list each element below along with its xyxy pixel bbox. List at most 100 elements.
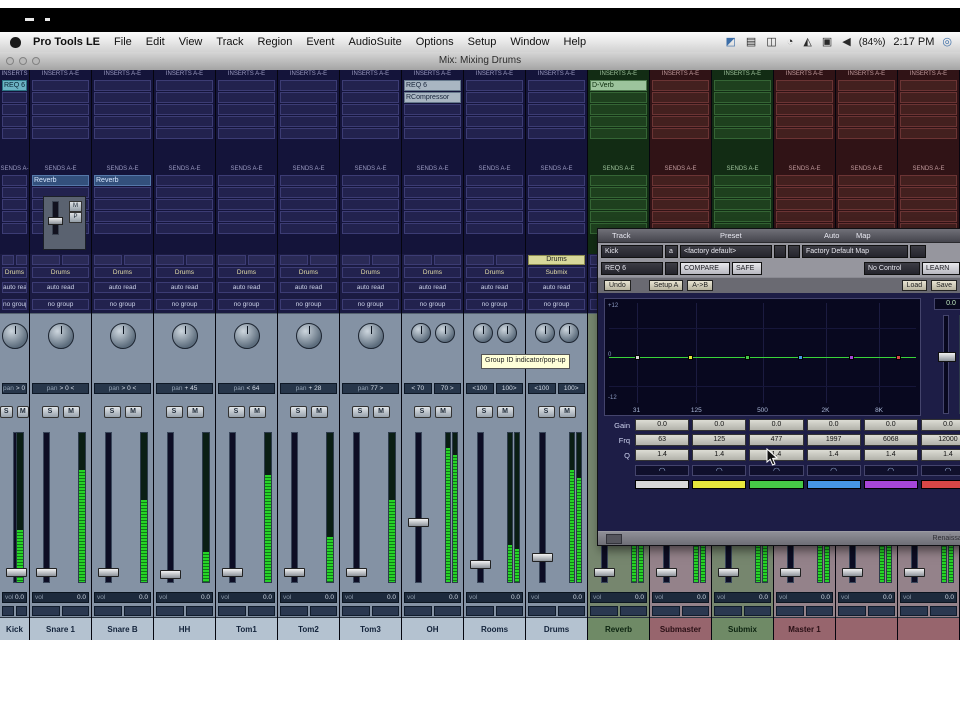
pan-value[interactable]: 70 > — [433, 382, 461, 394]
insert-slot[interactable] — [280, 116, 337, 127]
output-selector[interactable]: Drums — [156, 267, 213, 279]
send-slot[interactable] — [280, 222, 337, 234]
output-selector[interactable]: Drums — [342, 267, 399, 279]
pan-knob[interactable] — [434, 323, 455, 344]
pan-knob[interactable] — [534, 323, 555, 344]
preset-next-icon[interactable] — [788, 245, 800, 258]
send-slot[interactable] — [528, 186, 585, 198]
volume-readout[interactable]: vol 0.0 — [218, 592, 275, 604]
fader-cap[interactable] — [718, 567, 739, 577]
insert-slot[interactable] — [900, 116, 957, 127]
insert-slot[interactable] — [528, 92, 585, 103]
compare-button[interactable]: COMPARE — [680, 262, 730, 275]
send-slot[interactable] — [900, 186, 957, 198]
insert-slot[interactable] — [528, 116, 585, 127]
a-to-b-button[interactable]: A->B — [687, 280, 714, 291]
pan-value[interactable]: <100 — [466, 382, 494, 394]
window-title-bar[interactable]: Mix: Mixing Drums — [0, 52, 960, 71]
send-slot[interactable] — [156, 174, 213, 186]
output-fader[interactable] — [936, 313, 960, 416]
fader-cap[interactable] — [842, 567, 863, 577]
insert-slot[interactable] — [838, 128, 895, 139]
mute-button[interactable]: M — [62, 405, 80, 418]
insert-slot[interactable] — [2, 104, 27, 115]
insert-slot[interactable] — [404, 116, 461, 127]
band-marker-6[interactable] — [895, 355, 901, 360]
mute-button[interactable]: M — [434, 405, 452, 418]
band-1-q-field[interactable]: 1.4 — [635, 449, 690, 461]
insert-slot[interactable] — [900, 104, 957, 115]
volume-readout[interactable]: vol 0.0 — [342, 592, 399, 604]
input-selector[interactable] — [156, 255, 184, 266]
mute-button[interactable]: M — [310, 405, 328, 418]
send-slot[interactable] — [218, 186, 275, 198]
send-fader-cap[interactable] — [48, 216, 63, 225]
fader-cap[interactable] — [36, 567, 57, 577]
group-id-indicator[interactable]: no group — [156, 299, 213, 311]
volume-readout[interactable]: vol 0.0 — [280, 592, 337, 604]
send-slot[interactable] — [466, 198, 523, 210]
insert-slot[interactable] — [94, 128, 151, 139]
band-marker-1[interactable] — [634, 355, 640, 360]
send-pre-button[interactable]: P — [69, 211, 82, 223]
track-name-plate[interactable]: Snare 1 — [30, 617, 91, 640]
insert-slot[interactable] — [652, 92, 709, 103]
insert-slot[interactable] — [900, 128, 957, 139]
undo-button[interactable]: Undo — [604, 280, 631, 291]
send-slot[interactable] — [404, 174, 461, 186]
insert-slot[interactable] — [528, 80, 585, 91]
insert-slot[interactable]: REQ 6 — [2, 80, 27, 91]
send-slot[interactable] — [466, 222, 523, 234]
automation-mode-selector[interactable]: auto read — [218, 282, 275, 294]
menu-item-file[interactable]: File — [114, 36, 132, 48]
send-slot[interactable] — [838, 174, 895, 186]
fader-cap[interactable] — [284, 567, 305, 577]
pan-knob[interactable] — [1, 323, 28, 350]
menu-item-track[interactable]: Track — [216, 36, 243, 48]
send-slot[interactable] — [218, 222, 275, 234]
preset-selector[interactable]: <factory default> — [680, 245, 772, 258]
insert-slot[interactable] — [590, 128, 647, 139]
send-slot[interactable]: Reverb — [32, 174, 89, 186]
output-meter-path[interactable] — [495, 255, 523, 266]
pan-knob[interactable] — [171, 323, 198, 350]
send-slot[interactable] — [466, 210, 523, 222]
insert-slot[interactable] — [280, 128, 337, 139]
output-meter-path[interactable] — [123, 255, 151, 266]
band-marker-2[interactable] — [688, 355, 694, 360]
send-slot[interactable] — [218, 174, 275, 186]
send-slot[interactable] — [838, 210, 895, 222]
pan-value[interactable]: pan> 0 < — [94, 382, 151, 394]
fader-cap[interactable] — [470, 560, 491, 570]
insert-slot[interactable] — [590, 116, 647, 127]
fader-cap[interactable] — [6, 567, 27, 577]
send-slot[interactable] — [714, 198, 771, 210]
send-slot[interactable] — [590, 210, 647, 222]
send-mute-button[interactable]: M — [69, 200, 82, 212]
pan-value[interactable]: pan + 45 — [156, 382, 213, 394]
track-name-plate[interactable]: Submix — [712, 617, 773, 640]
insert-slot[interactable] — [838, 92, 895, 103]
insert-slot[interactable] — [218, 92, 275, 103]
insert-slot[interactable] — [156, 128, 213, 139]
app-menu[interactable]: Pro Tools LE — [33, 36, 100, 48]
resize-grip[interactable] — [606, 533, 622, 544]
volume-readout[interactable]: vol 0.0 — [652, 592, 709, 604]
plugin-selector[interactable]: REQ 6 — [601, 262, 663, 275]
output-selector[interactable]: Drums — [218, 267, 275, 279]
insert-slot[interactable] — [466, 104, 523, 115]
send-slot[interactable] — [528, 174, 585, 186]
send-slot[interactable] — [528, 198, 585, 210]
menu-item-options[interactable]: Options — [416, 36, 454, 48]
output-fader-cap[interactable] — [938, 352, 956, 363]
insert-slot[interactable] — [652, 128, 709, 139]
volume-readout[interactable]: vol 0.0 — [156, 592, 213, 604]
send-slot[interactable] — [776, 210, 833, 222]
insert-slot[interactable]: REQ 6 — [404, 80, 461, 91]
insert-slot[interactable] — [838, 116, 895, 127]
fader-cap[interactable] — [656, 567, 677, 577]
automation-mode-selector[interactable]: auto read — [466, 282, 523, 294]
fader-cap[interactable] — [594, 567, 615, 577]
send-slot[interactable] — [900, 174, 957, 186]
band-6-freq-field[interactable]: 12000 — [920, 434, 960, 446]
